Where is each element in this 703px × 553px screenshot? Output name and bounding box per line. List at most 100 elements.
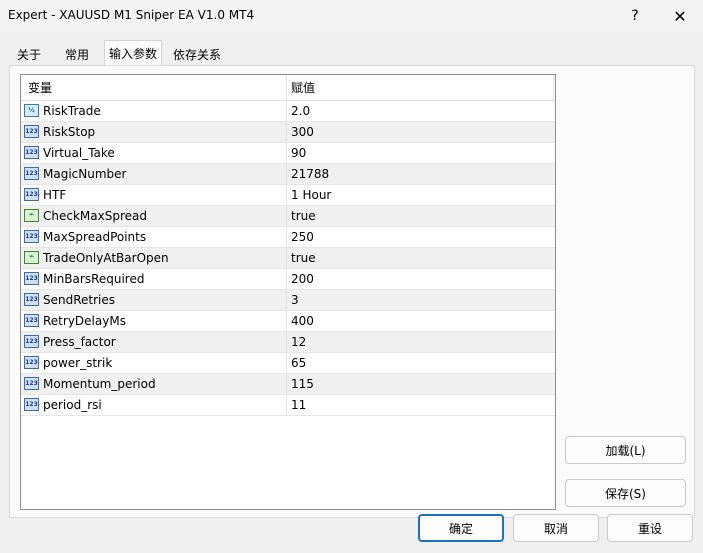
value-cell[interactable]: 400 [287,311,555,331]
variable-cell[interactable]: 123 RetryDelayMs [21,311,287,331]
window-title: Expert - XAUUSD M1 Sniper EA V1.0 MT4 [8,8,255,22]
table-body: ½ RiskTrade 2.0 123 RiskStop 300 123 Virtual_Ta… [21,101,555,416]
variable-name: MagicNumber [43,167,127,181]
variable-cell[interactable]: 123 period_rsi [21,395,287,415]
table-row[interactable]: 123 RetryDelayMs 400 [21,311,555,332]
value-cell[interactable]: 21788 [287,164,555,184]
variable-value[interactable]: true [291,206,316,226]
table-row[interactable]: 123 RiskStop 300 [21,122,555,143]
value-cell[interactable]: 11 [287,395,555,415]
variable-value[interactable]: 250 [291,227,314,247]
table-row[interactable]: 123 HTF 1 Hour [21,185,555,206]
value-cell[interactable]: 300 [287,122,555,142]
variable-value[interactable]: 65 [291,353,306,373]
variable-value[interactable]: true [291,248,316,268]
variable-name: RiskTrade [43,104,101,118]
tab-inputs[interactable]: 输入参数 [104,40,163,66]
table-row[interactable]: 123 Press_factor 12 [21,332,555,353]
value-cell[interactable]: 90 [287,143,555,163]
variable-cell[interactable]: 123 HTF [21,185,287,205]
variable-name: TradeOnlyAtBarOpen [43,251,169,265]
integer-type-icon: 123 [24,188,39,201]
variable-value[interactable]: 11 [291,395,306,415]
value-cell[interactable]: 115 [287,374,555,394]
variable-name: CheckMaxSpread [43,209,147,223]
variable-value[interactable]: 21788 [291,164,329,184]
variable-value[interactable]: 12 [291,332,306,352]
integer-type-icon: 123 [24,377,39,390]
variable-name: Momentum_period [43,377,156,391]
variable-cell[interactable]: 123 Momentum_period [21,374,287,394]
column-header-value[interactable]: 赋值 [287,75,553,101]
variable-cell[interactable]: 123 Virtual_Take [21,143,287,163]
variable-cell[interactable]: 123 MinBarsRequired [21,269,287,289]
variable-value[interactable]: 3 [291,290,299,310]
table-row[interactable]: 123 Virtual_Take 90 [21,143,555,164]
help-button[interactable]: ? [612,0,658,32]
variable-cell[interactable]: ⌁ CheckMaxSpread [21,206,287,226]
tab-dependencies[interactable]: 依存关系 [168,43,226,65]
table-row[interactable]: 123 MaxSpreadPoints 250 [21,227,555,248]
integer-type-icon: 123 [24,167,39,180]
bool-type-icon: ⌁ [24,209,39,222]
variable-value[interactable]: 200 [291,269,314,289]
column-header-variable[interactable]: 变量 [21,75,287,101]
variable-name: RiskStop [43,125,96,139]
variable-name: Press_factor [43,335,116,349]
double-type-icon: ½ [24,104,39,117]
variable-name: MinBarsRequired [43,272,145,286]
cancel-button[interactable]: 取消 [513,514,599,542]
variable-name: HTF [43,188,67,202]
value-cell[interactable]: 12 [287,332,555,352]
variable-value[interactable]: 90 [291,143,306,163]
value-cell[interactable]: 3 [287,290,555,310]
table-row[interactable]: 123 period_rsi 11 [21,395,555,416]
variable-name: RetryDelayMs [43,314,126,328]
variable-value[interactable]: 115 [291,374,314,394]
value-cell[interactable]: 250 [287,227,555,247]
variable-value[interactable]: 400 [291,311,314,331]
variable-cell[interactable]: 123 SendRetries [21,290,287,310]
table-row[interactable]: 123 MagicNumber 21788 [21,164,555,185]
load-button[interactable]: 加载(L) [565,436,686,464]
variable-cell[interactable]: ⌁ TradeOnlyAtBarOpen [21,248,287,268]
integer-type-icon: 123 [24,335,39,348]
table-row[interactable]: ⌁ CheckMaxSpread true [21,206,555,227]
column-divider [553,75,554,101]
table-row[interactable]: 123 Momentum_period 115 [21,374,555,395]
variable-name: period_rsi [43,398,102,412]
value-cell[interactable]: 65 [287,353,555,373]
variable-value[interactable]: 2.0 [291,101,310,121]
variable-cell[interactable]: 123 RiskStop [21,122,287,142]
inputs-table: 变量 赋值 ½ RiskTrade 2.0 123 RiskStop 300 123 Virt… [20,74,556,510]
integer-type-icon: 123 [24,356,39,369]
variable-name: power_strik [43,356,113,370]
reset-button[interactable]: 重设 [607,514,693,542]
value-cell[interactable]: true [287,206,555,226]
value-cell[interactable]: true [287,248,555,268]
table-row[interactable]: 123 MinBarsRequired 200 [21,269,555,290]
tab-about[interactable]: 关于 [12,43,46,65]
variable-value[interactable]: 300 [291,122,314,142]
table-row[interactable]: 123 SendRetries 3 [21,290,555,311]
table-row[interactable]: 123 power_strik 65 [21,353,555,374]
ok-button[interactable]: 确定 [418,514,504,542]
table-row[interactable]: ½ RiskTrade 2.0 [21,101,555,122]
variable-cell[interactable]: ½ RiskTrade [21,101,287,121]
integer-type-icon: 123 [24,398,39,411]
variable-value[interactable]: 1 Hour [291,185,331,205]
tab-common[interactable]: 常用 [60,43,94,65]
save-button[interactable]: 保存(S) [565,479,686,507]
table-row[interactable]: ⌁ TradeOnlyAtBarOpen true [21,248,555,269]
variable-name: Virtual_Take [43,146,115,160]
close-button[interactable]: ✕ [657,0,703,32]
tab-bar: 关于 常用 输入参数 依存关系 [0,40,703,66]
variable-cell[interactable]: 123 MagicNumber [21,164,287,184]
variable-cell[interactable]: 123 power_strik [21,353,287,373]
variable-name: MaxSpreadPoints [43,230,147,244]
variable-cell[interactable]: 123 MaxSpreadPoints [21,227,287,247]
variable-cell[interactable]: 123 Press_factor [21,332,287,352]
value-cell[interactable]: 1 Hour [287,185,555,205]
value-cell[interactable]: 200 [287,269,555,289]
value-cell[interactable]: 2.0 [287,101,555,121]
